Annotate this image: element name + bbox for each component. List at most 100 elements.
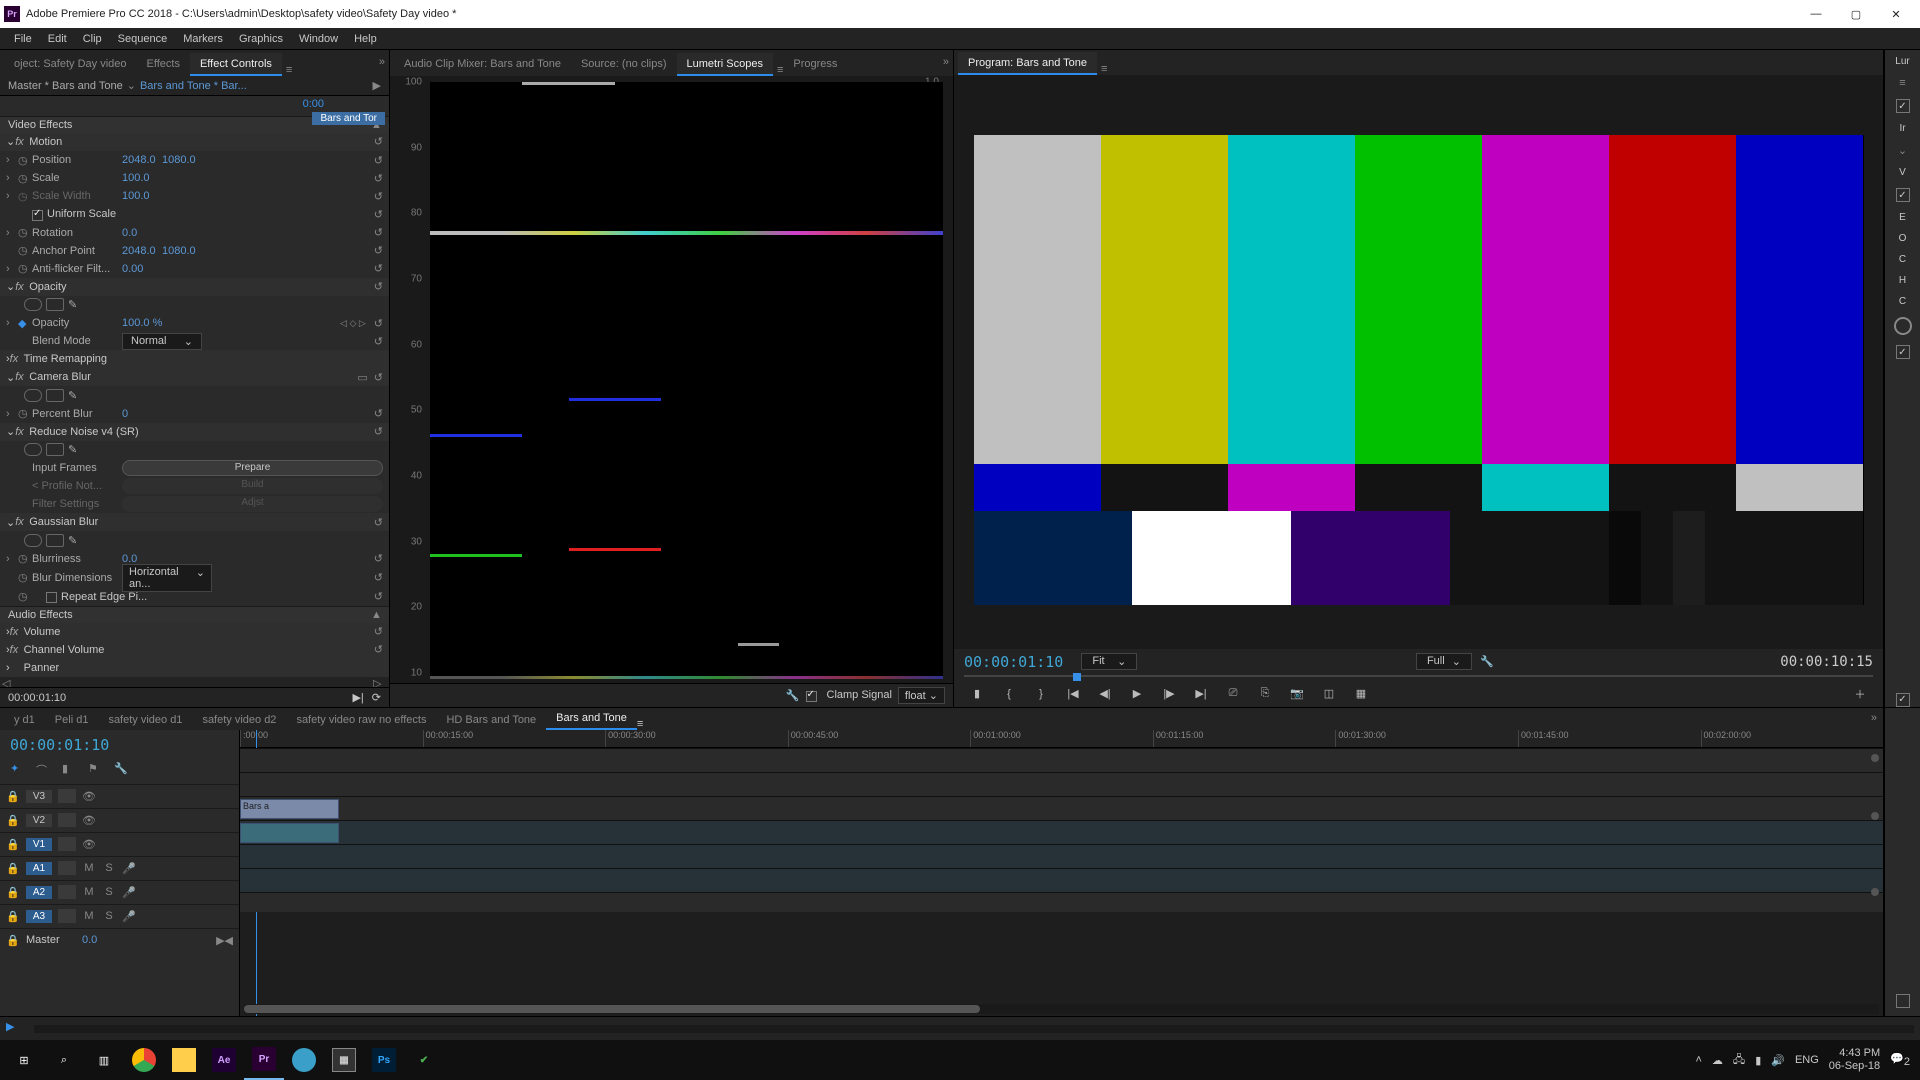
track-toggle[interactable] [58,885,76,899]
lumetri-checkbox[interactable] [1896,345,1910,359]
position-x[interactable]: 2048.0 [122,154,162,166]
lumetri-checkbox[interactable] [1896,994,1910,1008]
tab-progress[interactable]: Progress [783,53,847,76]
track-v3[interactable]: V3 [26,790,52,803]
onedrive-icon[interactable]: ☁ [1712,1054,1723,1067]
reset-icon[interactable]: ↺ [374,625,383,638]
go-to-in-icon[interactable]: |◀ [1064,685,1082,703]
prepare-button[interactable]: Prepare [122,460,383,476]
settings-icon[interactable]: 🔧 [1480,655,1494,668]
mute-button[interactable]: M [82,886,96,898]
reset-icon[interactable]: ↺ [374,425,383,438]
eye-icon[interactable]: 👁 [82,838,98,851]
effect-opacity[interactable]: Opacity [29,281,374,293]
tab-project[interactable]: oject: Safety Day video [4,53,137,76]
mask-rect-icon[interactable] [46,298,64,311]
lock-icon[interactable]: 🔒 [6,910,20,923]
reset-icon[interactable]: ↺ [374,516,383,529]
mask-pen-icon[interactable]: ✎ [68,534,86,547]
mask-rect-icon[interactable] [46,443,64,456]
play-icon[interactable]: ▶ [373,79,381,92]
add-marker-icon[interactable]: ▮ [62,762,78,778]
sequence-tab[interactable]: Bars and Tone [546,708,637,730]
track-master[interactable]: Master [26,934,76,946]
track-toggle[interactable] [58,789,76,803]
mute-button[interactable]: M [82,910,96,922]
tray-overflow-icon[interactable]: ˄ [1695,1054,1701,1066]
lumetri-section[interactable]: C [1899,296,1906,307]
tab-effects[interactable]: Effects [137,53,190,76]
eye-icon[interactable]: 👁 [82,790,98,803]
solo-button[interactable]: S [102,886,116,898]
button-editor-icon[interactable]: ＋ [1851,685,1869,703]
sequence-tab[interactable]: safety video d2 [192,710,286,730]
reset-icon[interactable]: ↺ [374,154,383,167]
track-lane-master[interactable] [240,892,1883,912]
safe-margins-icon[interactable]: ▦ [1352,685,1370,703]
lumetri-section[interactable]: V [1899,167,1906,178]
audio-clip[interactable] [240,823,339,843]
tab-effect-controls[interactable]: Effect Controls [190,53,282,76]
tab-lumetri-scopes[interactable]: Lumetri Scopes [677,53,773,76]
reset-icon[interactable]: ↺ [374,335,383,348]
compare-icon[interactable]: ◫ [1320,685,1338,703]
work-area-bar[interactable] [34,1025,1914,1033]
reset-icon[interactable]: ↺ [374,407,383,420]
position-y[interactable]: 1080.0 [162,154,202,166]
wrench-icon[interactable]: 🔧 [114,762,130,778]
reset-icon[interactable]: ↺ [374,280,383,293]
track-v2[interactable]: V2 [26,814,52,827]
voice-icon[interactable]: 🎤 [122,910,138,923]
timeline-timecode[interactable]: 00:00:01:10 [0,730,239,760]
close-button[interactable]: ✕ [1876,0,1916,28]
zoom-handle[interactable] [1871,812,1879,820]
sequence-tab[interactable]: y d1 [4,710,45,730]
clamp-checkbox[interactable] [806,691,817,702]
color-wheel-icon[interactable] [1894,317,1912,335]
app-icon[interactable]: ✔ [404,1040,444,1080]
track-a2[interactable]: A2 [26,886,52,899]
mask-pen-icon[interactable]: ✎ [68,443,86,456]
tab-audio-mixer[interactable]: Audio Clip Mixer: Bars and Tone [394,53,571,76]
reset-icon[interactable]: ↺ [374,262,383,275]
zoom-handle[interactable] [1871,888,1879,896]
track-lane-v1[interactable]: Bars a [240,796,1883,820]
wrench-icon[interactable]: 🔧 [786,689,800,702]
effect-camera-blur[interactable]: Camera Blur [29,371,357,383]
program-scrubber[interactable] [964,675,1873,677]
timeline-settings-icon[interactable]: ⚑ [88,762,104,778]
panel-menu-icon[interactable]: ≡ [1101,63,1107,75]
loop-icon[interactable]: ⟳ [372,691,381,704]
uniform-scale-checkbox[interactable] [32,210,43,221]
lumetri-section[interactable]: E [1899,212,1906,223]
menu-markers[interactable]: Markers [175,30,231,48]
lock-icon[interactable]: 🔒 [6,814,20,827]
program-timecode[interactable]: 00:00:01:10 [964,653,1063,671]
mute-button[interactable]: M [82,862,96,874]
search-icon[interactable]: ⌕ [44,1040,84,1080]
track-lane-v2[interactable] [240,772,1883,796]
effect-time-remap[interactable]: Time Remapping [24,353,383,365]
clock[interactable]: 4:43 PM06-Sep-18 [1829,1047,1880,1073]
network-icon[interactable]: 🖧 [1733,1051,1745,1070]
flicker-value[interactable]: 0.00 [122,263,162,275]
extract-icon[interactable]: ⎘ [1256,685,1274,703]
timeline-ruler[interactable]: :00:0000:00:15:0000:00:30:00 00:00:45:00… [240,730,1883,748]
minimize-button[interactable]: — [1796,0,1836,28]
voice-icon[interactable]: 🎤 [122,862,138,875]
effect-reduce-noise[interactable]: Reduce Noise v4 (SR) [29,426,374,438]
track-toggle[interactable] [58,837,76,851]
resolution-select[interactable]: Full⌄ [1416,653,1472,670]
volume-icon[interactable]: 🔊 [1771,1054,1785,1067]
lumetri-section[interactable]: H [1899,275,1906,286]
mark-out-icon[interactable]: } [1032,685,1050,703]
mask-ellipse-icon[interactable] [24,298,42,311]
track-lane-a1[interactable] [240,820,1883,844]
menu-graphics[interactable]: Graphics [231,30,291,48]
reset-icon[interactable]: ↺ [374,135,383,148]
effect-gaussian-blur[interactable]: Gaussian Blur [29,516,374,528]
mask-rect-icon[interactable] [46,534,64,547]
tab-program[interactable]: Program: Bars and Tone [958,52,1097,75]
playhead-icon[interactable] [1073,673,1081,681]
after-effects-icon[interactable]: Ae [204,1040,244,1080]
